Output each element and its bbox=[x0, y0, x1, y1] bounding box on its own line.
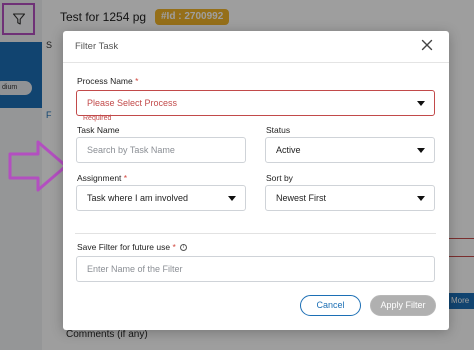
chevron-down-icon bbox=[417, 101, 425, 106]
assignment-select[interactable]: Task where I am involved bbox=[76, 185, 246, 211]
status-select[interactable]: Active bbox=[265, 137, 435, 163]
sort-by-value: Newest First bbox=[276, 193, 327, 203]
task-name-label: Task Name bbox=[77, 125, 120, 135]
annotation-arrow-icon bbox=[8, 140, 68, 192]
process-name-label: Process Name * bbox=[77, 76, 139, 86]
save-filter-input[interactable]: Enter Name of the Filter bbox=[76, 256, 435, 282]
save-filter-label: Save Filter for future use * i bbox=[77, 242, 188, 252]
cancel-button[interactable]: Cancel bbox=[300, 295, 361, 316]
status-value: Active bbox=[276, 145, 301, 155]
modal-header: Filter Task bbox=[63, 31, 449, 63]
section-divider bbox=[75, 233, 436, 234]
process-name-error: Required bbox=[83, 115, 112, 122]
process-name-select[interactable]: Please Select Process bbox=[76, 90, 435, 116]
close-icon[interactable] bbox=[419, 37, 435, 53]
sort-by-label: Sort by bbox=[266, 173, 293, 183]
chevron-down-icon bbox=[417, 148, 425, 153]
sort-by-select[interactable]: Newest First bbox=[265, 185, 435, 211]
chevron-down-icon bbox=[228, 196, 236, 201]
apply-filter-button[interactable]: Apply Filter bbox=[370, 295, 436, 316]
info-icon[interactable]: i bbox=[180, 244, 188, 252]
filter-task-modal: Filter Task Process Name * Please Select… bbox=[63, 31, 449, 330]
assignment-value: Task where I am involved bbox=[87, 193, 189, 203]
status-label: Status bbox=[266, 125, 291, 135]
chevron-down-icon bbox=[417, 196, 425, 201]
assignment-label: Assignment * bbox=[77, 173, 128, 183]
task-name-input[interactable]: Search by Task Name bbox=[76, 137, 246, 163]
task-name-placeholder: Search by Task Name bbox=[87, 145, 175, 155]
save-filter-placeholder: Enter Name of the Filter bbox=[87, 264, 183, 274]
modal-title: Filter Task bbox=[75, 41, 119, 52]
process-name-placeholder: Please Select Process bbox=[87, 98, 178, 108]
